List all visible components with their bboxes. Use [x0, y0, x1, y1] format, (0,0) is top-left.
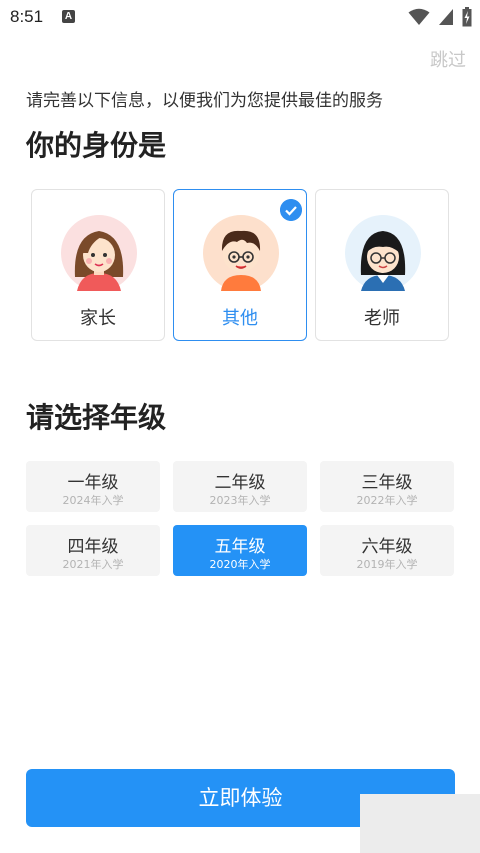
- status-icons: [408, 7, 472, 27]
- grade-name: 二年级: [214, 473, 266, 493]
- watermark-overlay: [360, 794, 480, 853]
- mother-avatar-icon: [61, 215, 137, 291]
- grade-year: 2023年入学: [209, 494, 271, 507]
- grade-year: 2020年入学: [209, 558, 271, 571]
- role-card-teacher[interactable]: 老师: [315, 189, 449, 341]
- battery-icon: [462, 7, 472, 27]
- grade-button-3[interactable]: 三年级 2022年入学: [320, 461, 454, 512]
- boy-avatar-icon: [203, 215, 279, 291]
- grade-year: 2019年入学: [356, 558, 418, 571]
- check-icon: [280, 199, 302, 221]
- grade-name: 六年级: [361, 537, 413, 557]
- grade-year: 2022年入学: [356, 494, 418, 507]
- notification-icon: A: [62, 10, 75, 23]
- role-card-parent[interactable]: 家长: [31, 189, 165, 341]
- grade-name: 三年级: [361, 473, 413, 493]
- wifi-icon: [408, 8, 430, 25]
- status-time: 8:51: [10, 7, 44, 26]
- identity-title: 你的身份是: [26, 129, 167, 162]
- role-label-other: 其他: [222, 308, 258, 329]
- page-subtitle: 请完善以下信息，以便我们为您提供最佳的服务: [26, 91, 383, 111]
- role-label-parent: 家长: [80, 308, 116, 329]
- role-label-teacher: 老师: [364, 308, 400, 329]
- signal-icon: [439, 9, 453, 25]
- grade-name: 一年级: [67, 473, 119, 493]
- grade-button-2[interactable]: 二年级 2023年入学: [173, 461, 307, 512]
- grade-year: 2024年入学: [62, 494, 124, 507]
- grade-name: 四年级: [67, 537, 119, 557]
- status-bar: 8:51 A: [0, 0, 480, 34]
- grade-year: 2021年入学: [62, 558, 124, 571]
- grade-button-1[interactable]: 一年级 2024年入学: [26, 461, 160, 512]
- role-card-other[interactable]: 其他: [173, 189, 307, 341]
- grade-name: 五年级: [214, 537, 266, 557]
- grade-title: 请选择年级: [26, 401, 167, 434]
- teacher-avatar-icon: [345, 215, 421, 291]
- grade-button-4[interactable]: 四年级 2021年入学: [26, 525, 160, 576]
- grade-button-5[interactable]: 五年级 2020年入学: [173, 525, 307, 576]
- grade-button-6[interactable]: 六年级 2019年入学: [320, 525, 454, 576]
- skip-button[interactable]: 跳过: [430, 46, 466, 72]
